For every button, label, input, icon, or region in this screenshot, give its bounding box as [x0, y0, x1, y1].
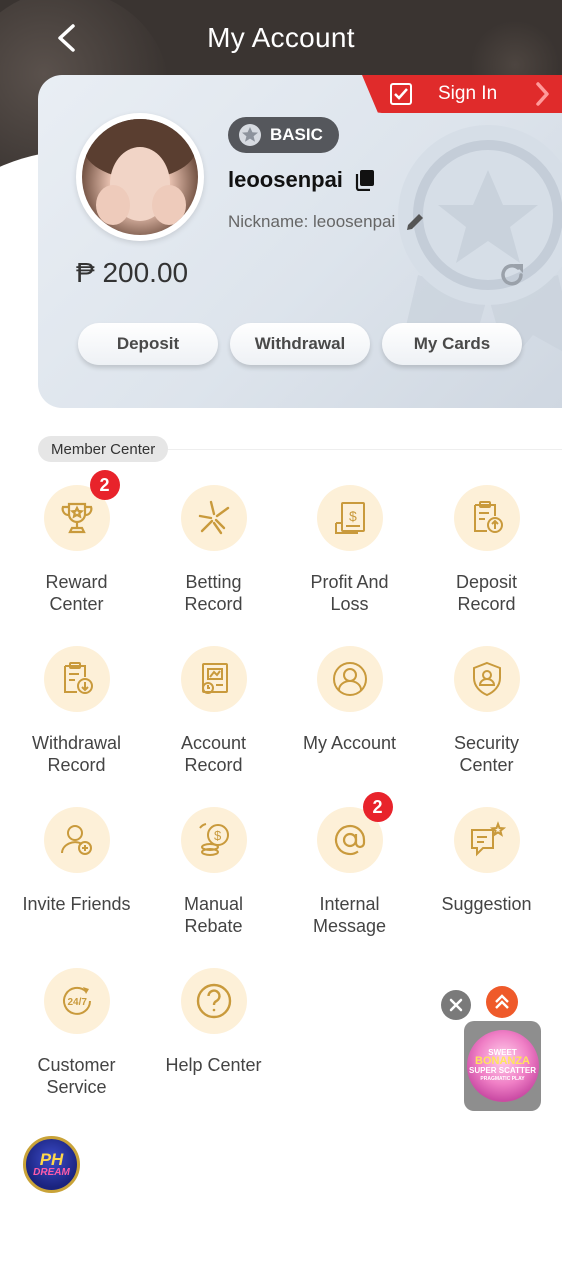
- betting-record-label: Betting Record: [184, 572, 243, 614]
- my-cards-button[interactable]: My Cards: [382, 323, 522, 365]
- help-icon: [196, 983, 231, 1019]
- reward-center-item[interactable]: 2 Reward Center: [8, 470, 145, 635]
- app-header: My Account: [0, 0, 562, 75]
- help-center-item[interactable]: Help Center: [145, 968, 282, 1118]
- nickname-text: Nickname: leoosenpai: [228, 212, 396, 231]
- scroll-top-button[interactable]: [486, 986, 518, 1018]
- at-sign-icon: [334, 824, 365, 856]
- internal-message-label: Internal Message: [312, 894, 387, 936]
- internal-message-item[interactable]: 2 Internal Message: [281, 792, 418, 957]
- suggestion-label: Suggestion: [441, 894, 532, 914]
- withdrawal-button[interactable]: Withdrawal: [230, 323, 370, 365]
- manual-rebate-label: Manual Rebate: [183, 894, 244, 936]
- withdrawal-record-item[interactable]: Withdrawal Record: [8, 646, 145, 796]
- notification-badge: 2: [362, 792, 393, 822]
- rebate-coins-icon: $: [198, 823, 229, 856]
- svg-text:$: $: [214, 828, 222, 843]
- close-float-button[interactable]: [441, 990, 471, 1020]
- invite-friends-icon: [60, 825, 92, 855]
- shield-icon: [472, 661, 501, 697]
- copy-icon[interactable]: [355, 169, 375, 191]
- trophy-icon: [61, 502, 92, 534]
- chevron-right-icon: [536, 82, 549, 106]
- floating-game-banner[interactable]: SWEET BONANZA SUPER SCATTER PRAGMATIC PL…: [464, 1021, 541, 1111]
- username-text: leoosenpai: [228, 167, 343, 192]
- star-medal-icon: [239, 124, 261, 146]
- avatar[interactable]: [76, 113, 204, 241]
- sweet-bonanza-logo: SWEET BONANZA SUPER SCATTER PRAGMATIC PL…: [466, 1030, 539, 1102]
- reward-center-label: Reward Center: [45, 572, 108, 614]
- sign-in-label: Sign In: [438, 83, 498, 104]
- refresh-icon[interactable]: [498, 261, 526, 289]
- suggestion-icon: [470, 821, 506, 857]
- svg-text:24/7: 24/7: [67, 997, 87, 1008]
- back-button[interactable]: [46, 18, 86, 58]
- user-icon: [332, 662, 367, 696]
- member-center-tag: Member Center: [38, 436, 169, 462]
- deposit-record-label: Deposit Record: [455, 572, 518, 614]
- close-icon: [449, 998, 463, 1012]
- manual-rebate-item[interactable]: $ Manual Rebate: [145, 807, 282, 957]
- edit-pencil-icon[interactable]: [405, 212, 425, 232]
- svg-text:$: $: [349, 508, 357, 524]
- page-title: My Account: [207, 21, 355, 53]
- divider: [168, 449, 562, 450]
- betting-record-item[interactable]: Betting Record: [145, 485, 282, 635]
- customer-service-item[interactable]: 24/7 Customer Service: [8, 968, 145, 1118]
- my-account-item[interactable]: My Account: [281, 646, 418, 796]
- level-label: BASIC: [270, 125, 323, 144]
- deposit-record-item[interactable]: Deposit Record: [418, 485, 555, 635]
- invite-friends-label: Invite Friends: [22, 894, 131, 914]
- level-badge: BASIC: [228, 117, 339, 153]
- wallet-balance: ₱ 200.00: [76, 257, 189, 288]
- ph-dream-logo[interactable]: PH DREAM: [23, 1136, 80, 1193]
- profit-loss-label: Profit And Loss: [310, 572, 389, 614]
- withdrawal-record-icon: [63, 662, 93, 694]
- account-record-icon: [201, 663, 228, 694]
- deposit-record-icon: [473, 501, 503, 533]
- invite-friends-item[interactable]: Invite Friends: [8, 807, 145, 957]
- customer-service-label: Customer Service: [37, 1055, 116, 1097]
- betting-record-icon: [198, 500, 229, 535]
- checkbox-icon: [390, 83, 412, 105]
- account-record-label: Account Record: [180, 733, 247, 775]
- deposit-button[interactable]: Deposit: [78, 323, 218, 365]
- nickname: Nickname: leoosenpai: [228, 212, 425, 232]
- profit-loss-item[interactable]: $ Profit And Loss: [281, 485, 418, 635]
- sign-in-button[interactable]: Sign In: [362, 75, 562, 113]
- suggestion-item[interactable]: Suggestion: [418, 807, 555, 957]
- account-record-item[interactable]: Account Record: [145, 646, 282, 796]
- my-account-label: My Account: [302, 733, 397, 753]
- notification-badge: 2: [89, 470, 120, 500]
- double-chevron-up-icon: [495, 994, 509, 1009]
- withdrawal-record-label: Withdrawal Record: [31, 733, 122, 775]
- security-center-item[interactable]: Security Center: [418, 646, 555, 796]
- help-center-label: Help Center: [165, 1055, 262, 1075]
- customer-service-24-7-icon: 24/7: [62, 986, 91, 1015]
- security-center-label: Security Center: [453, 733, 520, 775]
- profit-loss-icon: $: [334, 502, 365, 534]
- username: leoosenpai: [228, 167, 375, 193]
- chevron-left-icon: [58, 24, 75, 52]
- account-card: Sign In BASIC leoosenpai Nickname: leoos…: [38, 75, 562, 408]
